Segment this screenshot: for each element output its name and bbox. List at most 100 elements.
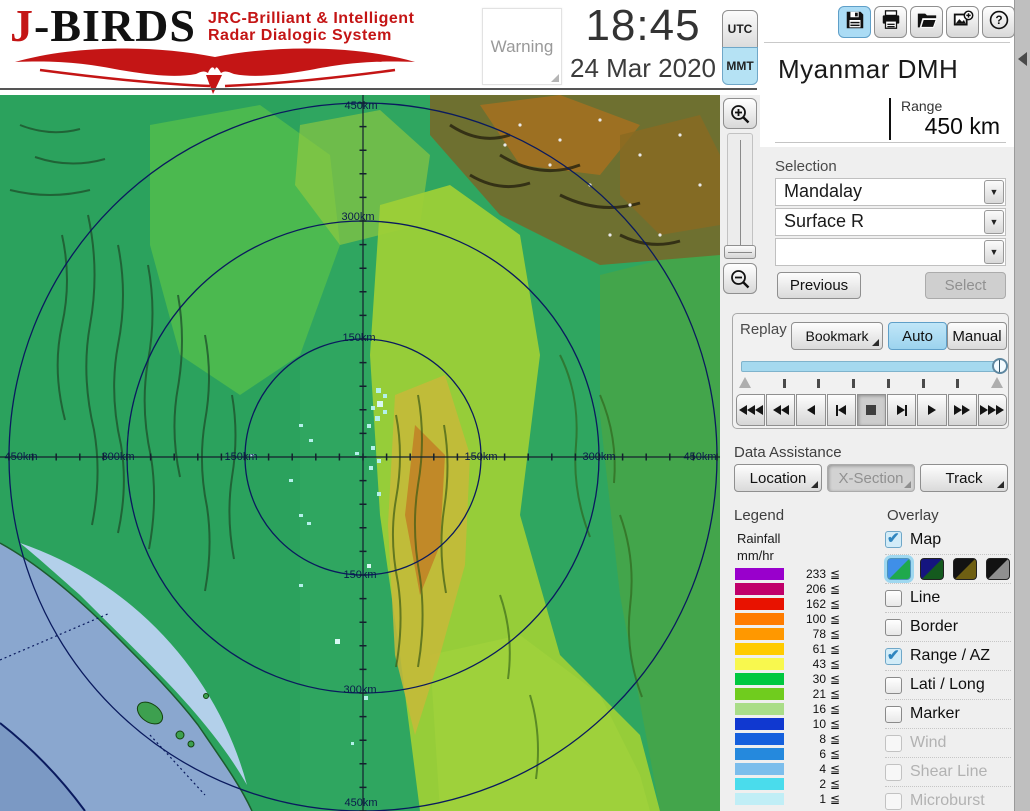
dropdown-arrow-icon[interactable]: ▼ xyxy=(984,180,1004,204)
range-ring-label: 450km xyxy=(344,100,378,112)
legend-value: 43 xyxy=(812,656,826,671)
legend-leq-sign: ≦ xyxy=(830,641,841,656)
overlay-item-label: Marker xyxy=(910,705,960,722)
check-icon: ✔ xyxy=(887,530,900,547)
checkbox-marker[interactable]: ✔ xyxy=(885,705,902,723)
help-button[interactable]: ? xyxy=(982,6,1015,38)
auto-button[interactable]: Auto xyxy=(888,322,947,350)
timezone-mmt-button[interactable]: MMT xyxy=(722,47,758,85)
legend-leq-sign: ≦ xyxy=(830,656,841,671)
open-folder-icon xyxy=(916,9,938,36)
play-reverse-button[interactable] xyxy=(796,394,826,426)
add-image-button[interactable] xyxy=(946,6,979,38)
overlay-list: ✔Map✔Line✔Border✔Range / AZ✔Lati / Long✔… xyxy=(885,525,1011,811)
open-folder-button[interactable] xyxy=(910,6,943,38)
replay-slider-thumb[interactable] xyxy=(992,358,1008,374)
selection-dropdown-1[interactable]: Mandalay ▼ xyxy=(775,178,1006,206)
overlay-item-label: Map xyxy=(910,530,942,548)
overlay-item-range-az[interactable]: ✔ Range / AZ xyxy=(885,641,1011,670)
rewind-icon xyxy=(780,405,789,415)
legend-value: 100 xyxy=(805,611,826,626)
range-ring-label: 300km xyxy=(341,211,375,223)
print-button[interactable] xyxy=(874,6,907,38)
checkbox-border[interactable]: ✔ xyxy=(885,618,902,636)
fast-rewind-icon xyxy=(754,405,763,415)
checkbox-lati-long[interactable]: ✔ xyxy=(885,676,902,694)
overlay-item-map[interactable]: ✔ Map xyxy=(885,525,1011,554)
previous-button[interactable]: Previous xyxy=(777,272,861,299)
legend-unit: mm/hr xyxy=(737,548,774,563)
rewind-button[interactable] xyxy=(766,394,796,426)
zoom-in-button[interactable] xyxy=(723,98,757,129)
fast-forward-button[interactable] xyxy=(947,394,977,426)
legend-row: 2 ≦ xyxy=(735,776,840,791)
selection-dropdown-3[interactable]: ▼ xyxy=(775,238,1006,266)
map-style-navy-darkgreen[interactable] xyxy=(920,558,944,580)
fast-rewind-icon xyxy=(746,405,755,415)
app-window: J-BIRDS JRC-Brilliant & Intelligent Rada… xyxy=(0,0,1030,811)
jbirds-logo: J-BIRDS JRC-Brilliant & Intelligent Rada… xyxy=(10,0,430,94)
bookmark-button[interactable]: Bookmark xyxy=(791,322,883,350)
skip-forward-button[interactable] xyxy=(977,394,1007,426)
rewind-icon xyxy=(772,405,781,415)
fast-forward-icon xyxy=(962,405,971,415)
fast-rewind-button[interactable] xyxy=(736,394,766,426)
legend-color-swatch xyxy=(735,672,784,685)
checkbox-range-az[interactable]: ✔ xyxy=(885,647,902,665)
legend-color-swatch xyxy=(735,732,784,745)
step-forward-button[interactable] xyxy=(887,394,917,426)
overlay-item-marker[interactable]: ✔ Marker xyxy=(885,699,1011,728)
location-button[interactable]: Location xyxy=(734,464,822,492)
overlay-item-lati-long[interactable]: ✔ Lati / Long xyxy=(885,670,1011,699)
map-style-selector xyxy=(885,554,1011,583)
play-icon xyxy=(927,405,936,415)
overlay-item-shear-line: ✔ Shear Line xyxy=(885,757,1011,786)
legend-color-swatch xyxy=(735,747,784,760)
legend-color-swatch xyxy=(735,792,784,805)
selection-dropdown-2[interactable]: Surface R ▼ xyxy=(775,208,1006,236)
range-ring-label: 150km xyxy=(343,569,377,581)
range-ring-label: 450km xyxy=(683,451,717,463)
save-button[interactable] xyxy=(838,6,871,38)
zoom-out-button[interactable] xyxy=(723,263,757,294)
track-button[interactable]: Track xyxy=(920,464,1008,492)
dropdown-arrow-icon[interactable]: ▼ xyxy=(984,210,1004,234)
overlay-item-label: Line xyxy=(910,589,941,606)
selection-dropdown-1-value: Mandalay xyxy=(784,181,863,201)
dropdown-arrow-icon[interactable]: ▼ xyxy=(984,240,1004,264)
checkbox-line[interactable]: ✔ xyxy=(885,589,902,607)
replay-slider-track[interactable] xyxy=(741,358,1008,374)
checkbox-map[interactable]: ✔ xyxy=(885,530,902,548)
range-divider xyxy=(889,98,891,140)
zoom-slider-track[interactable] xyxy=(727,133,753,259)
warning-label: Warning xyxy=(490,36,554,56)
zoom-slider-thumb[interactable] xyxy=(724,245,756,259)
overlay-item-border[interactable]: ✔ Border xyxy=(885,612,1011,641)
radar-map-display[interactable]: 450km 300km 150km 150km 300km 450km 450km 300km… xyxy=(0,95,720,811)
legend-value: 21 xyxy=(812,686,826,701)
logo-subtitle: JRC-Brilliant & Intelligent Radar Dialog… xyxy=(208,10,415,44)
legend-row: 21 ≦ xyxy=(735,686,840,701)
panel-splitter[interactable] xyxy=(1014,0,1030,811)
logo-title: J-BIRDS xyxy=(10,0,196,51)
timezone-utc-button[interactable]: UTC xyxy=(722,10,758,48)
legend-value: 78 xyxy=(812,626,826,641)
range-ring-label: 450km xyxy=(4,451,38,463)
legend-color-swatch xyxy=(735,687,784,700)
play-button[interactable] xyxy=(917,394,947,426)
resize-grip-icon xyxy=(551,74,559,82)
overlay-label: Overlay xyxy=(887,507,939,524)
replay-label: Replay xyxy=(740,321,787,338)
replay-slider-ticks xyxy=(739,376,1003,388)
clock-time: 18:45 xyxy=(585,1,701,50)
overlay-item-line[interactable]: ✔ Line xyxy=(885,583,1011,612)
map-style-blue-green[interactable] xyxy=(887,558,911,580)
station-title: Myanmar DMH xyxy=(778,54,959,84)
map-style-black-gray[interactable] xyxy=(986,558,1010,580)
manual-button[interactable]: Manual xyxy=(947,322,1007,350)
legend-row: 162 ≦ xyxy=(735,596,840,611)
stop-button[interactable] xyxy=(856,394,887,426)
warning-dropdown[interactable]: Warning xyxy=(482,8,562,85)
step-back-button[interactable] xyxy=(826,394,856,426)
map-style-black-olive[interactable] xyxy=(953,558,977,580)
